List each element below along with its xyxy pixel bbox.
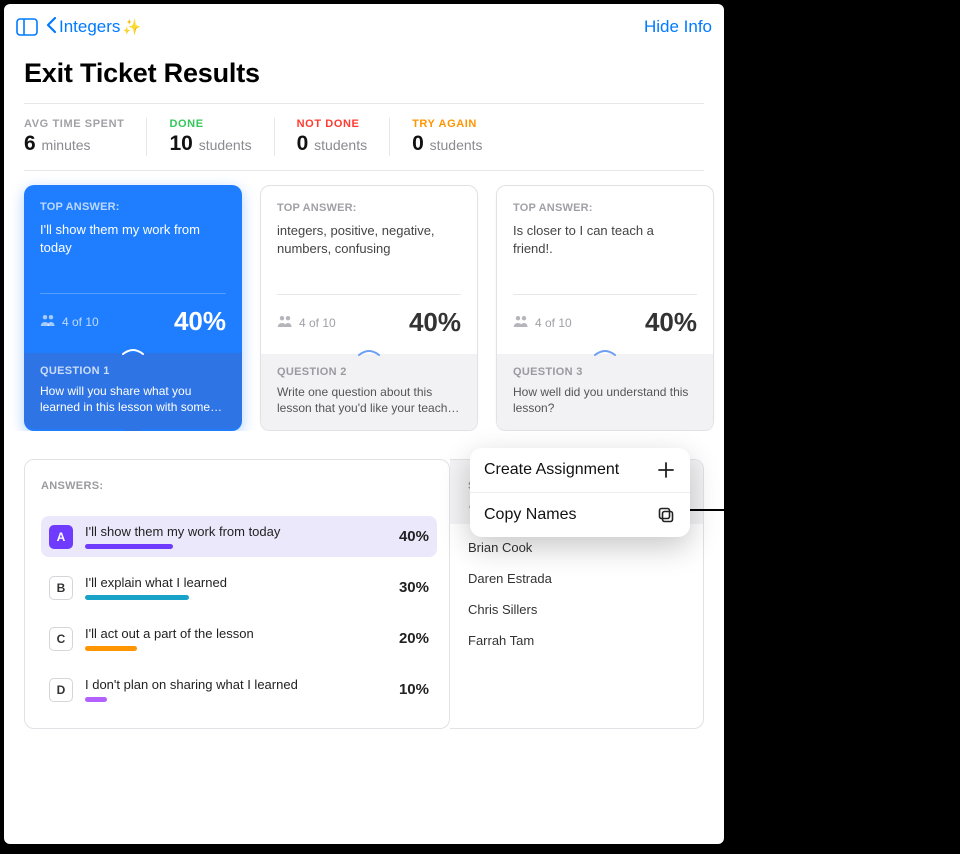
back-label: Integers: [59, 17, 120, 37]
answers-list: A I'll show them my work from today 40% …: [41, 516, 437, 710]
stat-value: 10 students: [169, 132, 251, 156]
chevron-left-icon: [46, 16, 57, 39]
question-card-3[interactable]: TOP ANSWER: Is closer to I can teach a f…: [496, 185, 714, 431]
stat-label: AVG TIME SPENT: [24, 118, 124, 130]
stat-label: TRY AGAIN: [412, 118, 482, 130]
nav-bar: Integers ✨ Hide Info: [4, 4, 724, 44]
response-count: 4 of 10: [513, 315, 572, 330]
answer-badge: D: [49, 678, 73, 702]
expand-arc-icon: [593, 349, 617, 357]
top-answer-text: I'll show them my work from today: [40, 221, 226, 257]
back-button[interactable]: Integers ✨: [46, 16, 141, 39]
question-cards-row: TOP ANSWER: I'll show them my work from …: [4, 171, 724, 431]
top-answer-text: Is closer to I can teach a friend!.: [513, 222, 697, 258]
people-icon: [40, 314, 56, 329]
answer-text: I'll show them my work from today: [85, 524, 387, 539]
people-icon: [277, 315, 293, 330]
answer-text: I don't plan on sharing what I learned: [85, 677, 387, 692]
answer-row-c[interactable]: C I'll act out a part of the lesson 20%: [41, 618, 437, 659]
stat-value: 0 students: [297, 132, 367, 156]
top-answer-label: TOP ANSWER:: [40, 201, 226, 213]
question-number: QUESTION 2: [277, 366, 461, 378]
answer-percent: 20%: [399, 630, 429, 647]
answer-percent: 10%: [399, 681, 429, 698]
answer-text: I'll explain what I learned: [85, 575, 387, 590]
menu-item-copy-names[interactable]: Copy Names: [470, 492, 690, 537]
stat-try-again: TRY AGAIN 0 students: [412, 118, 504, 156]
expand-arc-icon: [121, 348, 145, 356]
stat-avg-time: AVG TIME SPENT 6 minutes: [24, 118, 147, 156]
answer-badge: B: [49, 576, 73, 600]
response-percent: 40%: [409, 307, 461, 338]
question-text: Write one question about this lesson tha…: [277, 384, 461, 416]
top-answer-label: TOP ANSWER:: [277, 202, 461, 214]
student-row[interactable]: Farrah Tam: [468, 625, 685, 656]
sparkle-icon: ✨: [122, 18, 141, 36]
stats-row: AVG TIME SPENT 6 minutes DONE 10 student…: [4, 104, 724, 170]
answer-bar: [85, 595, 189, 600]
answer-bar: [85, 544, 173, 549]
student-row[interactable]: Daren Estrada: [468, 563, 685, 594]
answers-label: ANSWERS:: [41, 480, 437, 492]
stat-label: NOT DONE: [297, 118, 367, 130]
question-text: How will you share what you learned in t…: [40, 383, 226, 415]
answers-panel: ANSWERS: A I'll show them my work from t…: [24, 459, 450, 729]
people-icon: [513, 315, 529, 330]
stat-label: DONE: [169, 118, 251, 130]
question-text: How well did you understand this lesson?: [513, 384, 697, 416]
stat-not-done: NOT DONE 0 students: [297, 118, 390, 156]
expand-arc-icon: [357, 349, 381, 357]
plus-icon: [656, 460, 676, 480]
menu-item-label: Create Assignment: [484, 461, 619, 479]
sidebar-toggle-icon[interactable]: [16, 17, 38, 37]
callout-pointer: [686, 509, 724, 511]
page-title: Exit Ticket Results: [4, 44, 724, 103]
menu-item-create-assignment[interactable]: Create Assignment: [470, 448, 690, 492]
answer-row-a[interactable]: A I'll show them my work from today 40%: [41, 516, 437, 557]
hide-info-button[interactable]: Hide Info: [644, 17, 712, 37]
menu-item-label: Copy Names: [484, 506, 576, 524]
copy-icon: [656, 505, 676, 525]
answer-percent: 30%: [399, 579, 429, 596]
answer-bar: [85, 697, 107, 702]
response-percent: 40%: [174, 306, 226, 337]
response-count: 4 of 10: [40, 314, 99, 329]
response-percent: 40%: [645, 307, 697, 338]
question-card-1[interactable]: TOP ANSWER: I'll show them my work from …: [24, 185, 242, 431]
question-number: QUESTION 1: [40, 365, 226, 377]
top-answer-label: TOP ANSWER:: [513, 202, 697, 214]
question-number: QUESTION 3: [513, 366, 697, 378]
answer-row-b[interactable]: B I'll explain what I learned 30%: [41, 567, 437, 608]
answer-percent: 40%: [399, 528, 429, 545]
student-row[interactable]: Chris Sillers: [468, 594, 685, 625]
nav-left: Integers ✨: [16, 16, 141, 39]
top-answer-text: integers, positive, negative, numbers, c…: [277, 222, 461, 258]
stat-value: 0 students: [412, 132, 482, 156]
student-row[interactable]: Brian Cook: [468, 532, 685, 563]
students-list: Brian CookDaren EstradaChris SillersFarr…: [450, 524, 703, 664]
answer-badge: A: [49, 525, 73, 549]
answer-badge: C: [49, 627, 73, 651]
question-card-2[interactable]: TOP ANSWER: integers, positive, negative…: [260, 185, 478, 431]
app-window: Integers ✨ Hide Info Exit Ticket Results…: [4, 4, 724, 844]
response-count: 4 of 10: [277, 315, 336, 330]
context-menu: Create Assignment Copy Names: [470, 448, 690, 537]
answer-row-d[interactable]: D I don't plan on sharing what I learned…: [41, 669, 437, 710]
stat-value: 6 minutes: [24, 132, 124, 156]
active-card-pointer: [123, 428, 143, 431]
stat-done: DONE 10 students: [169, 118, 274, 156]
answer-bar: [85, 646, 137, 651]
answer-text: I'll act out a part of the lesson: [85, 626, 387, 641]
